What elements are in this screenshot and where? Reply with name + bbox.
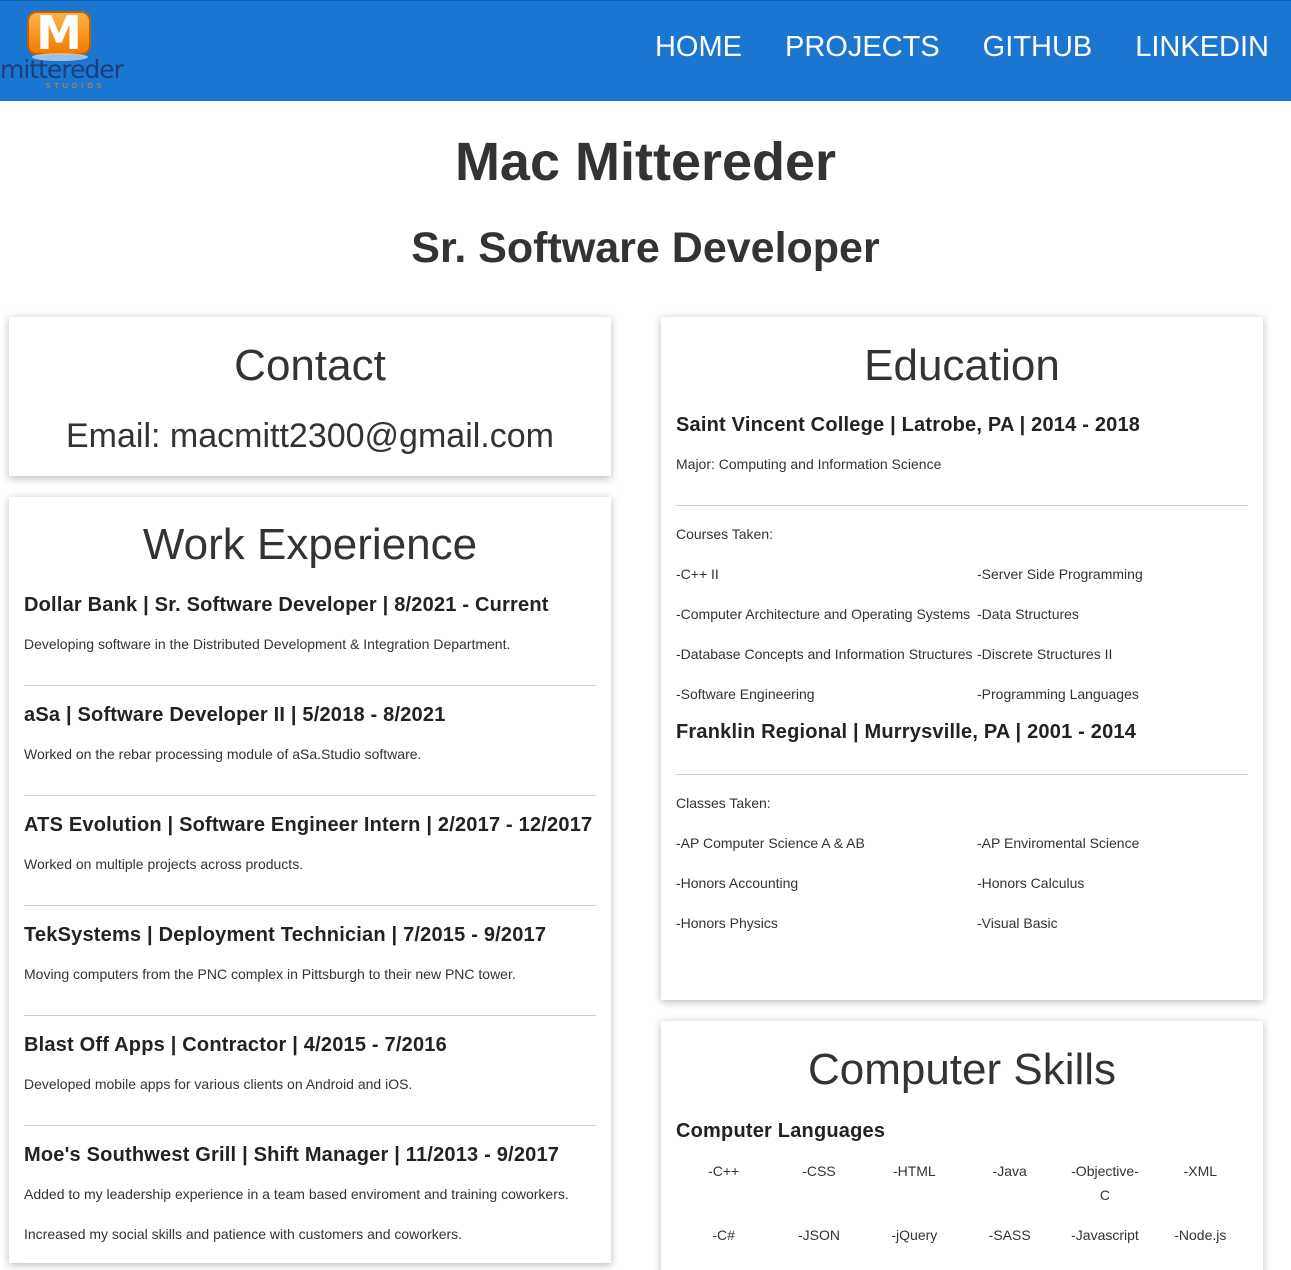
page-subtitle-role: Sr. Software Developer [411,224,880,272]
class-item: -Visual Basic [977,915,1058,931]
job-description: Moving computers from the PNC complex in… [24,966,516,982]
logo-m-badge: M [27,7,91,59]
course-item: -Discrete Structures II [977,646,1113,662]
contact-email[interactable]: Email: macmitt2300@gmail.com [9,415,611,457]
language-item: -Javascript [1071,1227,1139,1243]
language-item: -C# [712,1227,735,1243]
course-item: -Server Side Programming [977,566,1143,582]
logo-subtitle: STUDIOS [46,82,106,90]
nav-github[interactable]: GITHUB [983,28,1093,66]
job-description: Worked on the rebar processing module of… [24,746,422,762]
classes-grid: -AP Computer Science A & AB -AP Envirome… [676,831,1248,951]
computer-languages-heading: Computer Languages [676,1120,886,1142]
computer-skills-card: Computer Skills Computer Languages -C++ … [661,1021,1263,1270]
work-experience-heading: Work Experience [142,520,478,569]
language-item: -Objective-C [1071,1163,1139,1203]
mittereder-studios-logo[interactable]: M mittereder STUDIOS [0,7,125,95]
language-item: -jQuery [891,1227,938,1243]
main-nav: HOME PROJECTS GITHUB LINKEDIN [612,28,1269,66]
job-title: Moe's Southwest Grill | Shift Manager | … [24,1144,560,1166]
job-entry: Moe's Southwest Grill | Shift Manager | … [24,1142,596,1246]
course-item: -Computer Architecture and Operating Sys… [676,606,971,622]
college-major: Major: Computing and Information Science [676,456,942,472]
language-item: -HTML [892,1163,936,1179]
divider [676,505,1248,506]
nav-projects[interactable]: PROJECTS [785,28,940,66]
job-entry: ATS Evolution | Software Engineer Intern… [24,812,596,876]
college-title: Saint Vincent College | Latrobe, PA | 20… [676,414,1141,436]
job-description: Increased my social skills and patience … [24,1226,463,1242]
job-description: Developed mobile apps for various client… [24,1076,413,1092]
course-item: -Data Structures [977,606,1079,622]
language-item: -CSS [802,1163,836,1179]
language-item: -Java [992,1163,1027,1179]
nav-home[interactable]: HOME [655,28,742,66]
job-description: Developing software in the Distributed D… [24,636,511,652]
job-entry: Blast Off Apps | Contractor | 4/2015 - 7… [24,1032,596,1096]
divider [24,1015,596,1016]
divider [676,774,1248,775]
job-description: Worked on multiple projects across produ… [24,856,304,872]
logo-letter: M [36,6,82,60]
course-item: -Database Concepts and Information Struc… [676,646,973,662]
page-title-name: Mac Mittereder [454,132,837,192]
job-entry: TekSystems | Deployment Technician | 7/2… [24,922,596,986]
classes-label: Classes Taken: [676,795,771,811]
language-item: -JSON [797,1227,840,1243]
top-navbar: M mittereder STUDIOS HOME PROJECTS GITHU… [0,0,1291,101]
contact-heading: Contact [234,341,386,390]
job-title: Dollar Bank | Sr. Software Developer | 8… [24,594,549,616]
courses-grid: -C++ II -Server Side Programming -Comput… [676,562,1248,722]
language-item: -XML [1183,1163,1218,1179]
divider [24,905,596,906]
job-title: Blast Off Apps | Contractor | 4/2015 - 7… [24,1034,447,1056]
languages-grid: -C++ -CSS -HTML -Java -Objective-C -XML … [676,1159,1248,1263]
divider [24,795,596,796]
education-card: Education Saint Vincent College | Latrob… [661,317,1263,1000]
logo-wordmark: mittereder [0,55,124,84]
courses-label: Courses Taken: [676,526,774,542]
language-item: -SASS [988,1227,1031,1243]
job-title: aSa | Software Developer II | 5/2018 - 8… [24,704,446,726]
class-item: -AP Computer Science A & AB [676,835,865,851]
job-description: Added to my leadership experience in a t… [24,1186,569,1202]
class-item: -Honors Physics [676,915,778,931]
class-item: -Honors Calculus [977,875,1085,891]
course-item: -Programming Languages [977,686,1139,702]
education-heading: Education [864,341,1060,390]
job-title: TekSystems | Deployment Technician | 7/2… [24,924,547,946]
work-experience-card: Work Experience Dollar Bank | Sr. Softwa… [9,497,611,1263]
divider [24,1125,596,1126]
language-item: -Node.js [1174,1227,1227,1243]
nav-linkedin[interactable]: LINKEDIN [1135,28,1269,66]
course-item: -Software Engineering [676,686,815,702]
high-school-title: Franklin Regional | Murrysville, PA | 20… [676,721,1137,743]
contact-card: Contact Email: macmitt2300@gmail.com [9,317,611,476]
course-item: -C++ II [676,566,719,582]
divider [24,685,596,686]
class-item: -AP Enviromental Science [977,835,1140,851]
job-title: ATS Evolution | Software Engineer Intern… [24,814,593,836]
job-entry: aSa | Software Developer II | 5/2018 - 8… [24,702,596,766]
computer-skills-heading: Computer Skills [807,1045,1117,1094]
language-item: -C++ [708,1163,740,1179]
class-item: -Honors Accounting [676,875,799,891]
job-entry: Dollar Bank | Sr. Software Developer | 8… [24,592,596,656]
